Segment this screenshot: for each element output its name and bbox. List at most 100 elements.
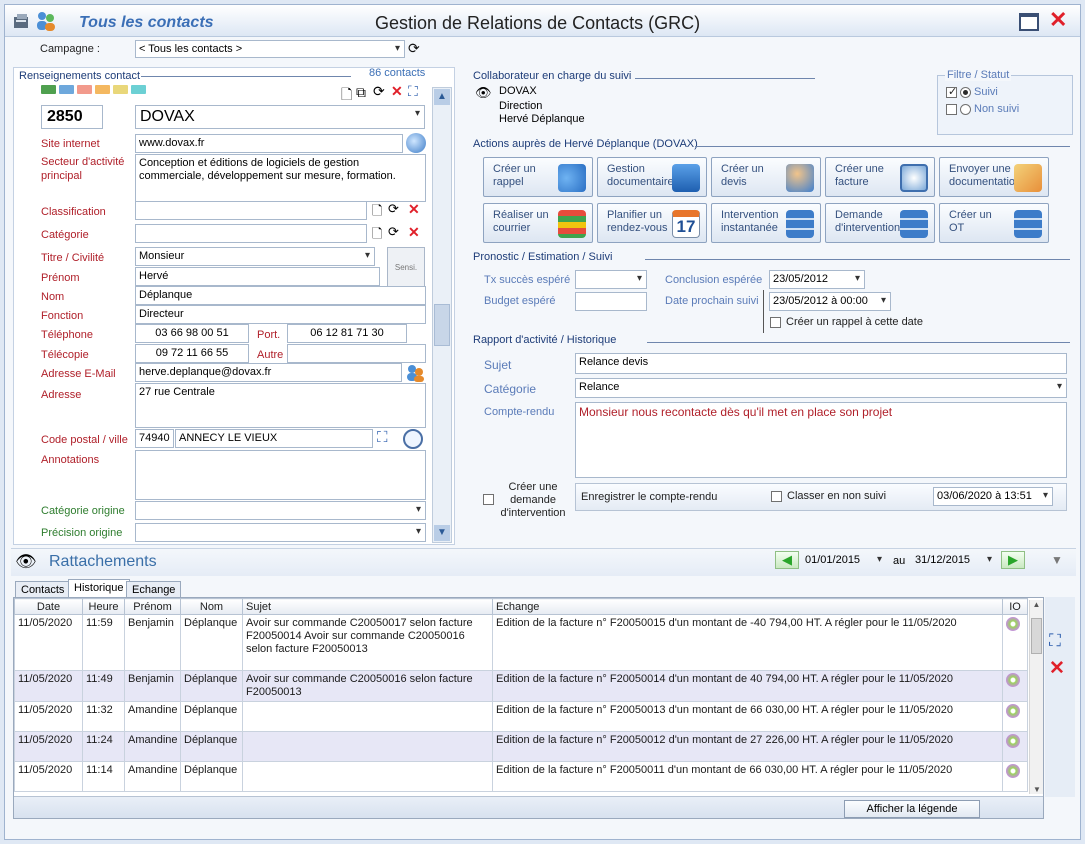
categorie-field[interactable]: [135, 224, 367, 243]
email-field[interactable]: herve.deplanque@dovax.fr: [135, 363, 402, 382]
globe-icon[interactable]: [406, 133, 426, 153]
suivi-option[interactable]: ✓ Suivi: [946, 86, 998, 98]
contact-name[interactable]: DOVAX: [135, 105, 425, 129]
scroll-up-icon[interactable]: ▲: [1030, 600, 1043, 609]
next-period-icon[interactable]: ▶: [1001, 551, 1025, 569]
gestion-documentaire-button[interactable]: Gestion documentaire: [597, 157, 707, 197]
prochain-date[interactable]: 23/05/2012 à 00:00: [769, 292, 891, 311]
date-to[interactable]: 31/12/2015: [911, 551, 997, 570]
precision-select[interactable]: [135, 523, 426, 542]
refresh-campagne-icon[interactable]: ⟳: [408, 40, 420, 57]
cell-io[interactable]: [1002, 670, 1028, 702]
realiser-courrier-button[interactable]: Réaliser un courrier: [483, 203, 593, 243]
autre-field[interactable]: [287, 344, 426, 363]
swatch-red[interactable]: [77, 85, 92, 94]
col-sujet[interactable]: Sujet: [242, 598, 493, 615]
search-binoculars-icon[interactable]: ⛶: [1049, 631, 1061, 651]
table-row[interactable]: 11/05/2020 11:24 Amandine Déplanque Edit…: [14, 731, 1028, 762]
adresse-field[interactable]: 27 rue Centrale: [135, 383, 426, 428]
port-field[interactable]: 06 12 81 71 30: [287, 324, 407, 343]
cd-icon[interactable]: [1006, 764, 1020, 778]
non-suivi-checkbox[interactable]: [946, 103, 957, 115]
cell-io[interactable]: [1002, 614, 1028, 671]
rapport-categorie-select[interactable]: Relance: [575, 378, 1067, 398]
scroll-thumb[interactable]: [1031, 618, 1042, 654]
nom-field[interactable]: Déplanque: [135, 286, 426, 305]
delete-classification-icon[interactable]: ✕: [408, 201, 420, 218]
col-heure[interactable]: Heure: [82, 598, 125, 615]
demande-checkbox[interactable]: [483, 493, 497, 505]
creer-facture-button[interactable]: Créer une facture: [825, 157, 935, 197]
cell-io[interactable]: [1002, 761, 1028, 792]
site-field[interactable]: www.dovax.fr: [135, 134, 403, 153]
creer-devis-button[interactable]: Créer un devis: [711, 157, 821, 197]
cat-origine-select[interactable]: [135, 501, 426, 520]
prenom-field[interactable]: Hervé: [135, 267, 380, 286]
col-date[interactable]: Date: [14, 598, 83, 615]
swatch-green[interactable]: [41, 85, 56, 94]
close-icon[interactable]: ✕: [1049, 9, 1067, 31]
cd-icon[interactable]: [1006, 673, 1020, 687]
intervention-instantanee-button[interactable]: Intervention instantanée: [711, 203, 821, 243]
delete-categorie-icon[interactable]: ✕: [408, 224, 420, 241]
previous-period-icon[interactable]: ◀: [775, 551, 799, 569]
delete-contact-icon[interactable]: ✕: [391, 83, 403, 100]
suivi-checkbox[interactable]: ✓: [946, 86, 957, 98]
enregistrer-button[interactable]: Enregistrer le compte-rendu: [581, 491, 717, 503]
swatch-orange[interactable]: [95, 85, 110, 94]
table-scrollbar[interactable]: ▲ ▼: [1029, 600, 1043, 794]
col-io[interactable]: IO: [1002, 598, 1028, 615]
swatch-yellow[interactable]: [113, 85, 128, 94]
cell-io[interactable]: [1002, 731, 1028, 762]
date-from[interactable]: 01/01/2015: [801, 551, 887, 570]
cd-icon[interactable]: [1006, 704, 1020, 718]
secteur-field[interactable]: Conception et éditions de logiciels de g…: [135, 154, 426, 202]
planifier-rdv-button[interactable]: Planifier un rendez-vous 17: [597, 203, 707, 243]
ville-field[interactable]: ANNECY LE VIEUX: [175, 429, 373, 448]
new-classification-icon[interactable]: 🗋: [372, 202, 382, 224]
non-suivi-radio[interactable]: [960, 103, 971, 115]
campagne-select[interactable]: < Tous les contacts >: [135, 40, 405, 58]
delete-row-icon[interactable]: ✕: [1049, 657, 1065, 680]
tel-field[interactable]: 03 66 98 00 51: [135, 324, 249, 343]
cell-io[interactable]: [1002, 701, 1028, 732]
compte-field[interactable]: Monsieur nous recontacte dès qu'il met e…: [575, 402, 1067, 478]
legend-button[interactable]: Afficher la légende: [844, 800, 980, 818]
cd-icon[interactable]: [1006, 617, 1020, 631]
creer-ot-button[interactable]: Créer un OT: [939, 203, 1049, 243]
col-nom[interactable]: Nom: [180, 598, 243, 615]
cd-icon[interactable]: [1006, 734, 1020, 748]
conclusion-date[interactable]: 23/05/2012: [769, 270, 865, 289]
demande-intervention-button[interactable]: Demande d'intervention: [825, 203, 935, 243]
budget-field[interactable]: [575, 292, 647, 311]
contact-scrollbar[interactable]: ▲ ▼: [432, 87, 452, 543]
table-row[interactable]: 11/05/2020 11:59 Benjamin Déplanque Avoi…: [14, 614, 1028, 671]
swatch-cyan[interactable]: [131, 85, 146, 94]
rapport-date[interactable]: 03/06/2020 à 13:51: [933, 487, 1053, 506]
collapse-icon[interactable]: ▼: [1051, 553, 1063, 567]
titre-select[interactable]: Monsieur: [135, 247, 375, 266]
refresh-classification-icon[interactable]: ⟳: [388, 201, 399, 217]
scroll-down-icon[interactable]: ▼: [434, 525, 450, 541]
contact-code[interactable]: 2850: [41, 105, 103, 129]
email-contacts-icon[interactable]: [405, 363, 425, 383]
col-echange[interactable]: Echange: [492, 598, 1003, 615]
non-suivi-option[interactable]: Non suivi: [946, 103, 1019, 115]
col-prenom[interactable]: Prénom: [124, 598, 181, 615]
sensi-button[interactable]: Sensi.: [387, 247, 425, 287]
annotations-field[interactable]: [135, 450, 426, 500]
duplicate-contact-icon[interactable]: ⧉: [356, 84, 366, 101]
cp-field[interactable]: 74940: [135, 429, 174, 448]
table-row[interactable]: 11/05/2020 11:14 Amandine Déplanque Edit…: [14, 761, 1028, 792]
classer-checkbox[interactable]: [771, 490, 782, 502]
refresh-categorie-icon[interactable]: ⟳: [388, 224, 399, 240]
fonction-field[interactable]: Directeur: [135, 305, 426, 324]
rappel-checkbox[interactable]: [770, 316, 781, 328]
tx-select[interactable]: [575, 270, 647, 289]
envoyer-documentation-button[interactable]: Envoyer une documentation: [939, 157, 1049, 197]
new-categorie-icon[interactable]: 🗋: [372, 225, 382, 247]
refresh-contact-icon[interactable]: ⟳: [373, 83, 385, 100]
fax-field[interactable]: 09 72 11 66 55: [135, 344, 249, 363]
scroll-thumb[interactable]: [434, 304, 450, 346]
binoculars-icon[interactable]: ⛶: [408, 83, 418, 100]
